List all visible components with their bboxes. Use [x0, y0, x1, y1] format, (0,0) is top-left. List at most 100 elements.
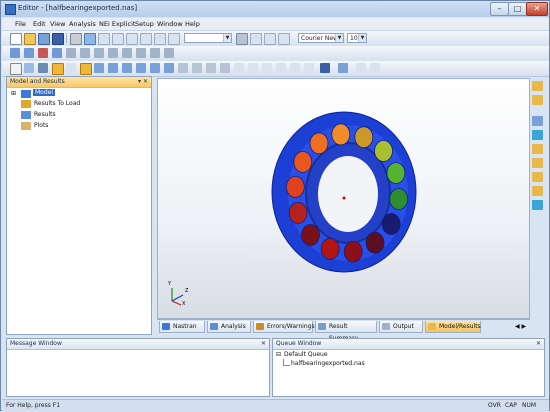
- tab-model-results[interactable]: Model/Results: [425, 321, 481, 333]
- print-preview-icon[interactable]: [84, 33, 96, 45]
- right-tool-7-icon[interactable]: [532, 172, 543, 182]
- right-tool-8-icon[interactable]: [532, 186, 543, 196]
- menu-nei-explicit[interactable]: NEi Explicit: [99, 20, 135, 28]
- tree-item-plots[interactable]: Plots: [34, 122, 48, 129]
- right-tool-4-icon[interactable]: [532, 130, 543, 140]
- label-icon[interactable]: [248, 63, 258, 73]
- delete-icon[interactable]: [38, 48, 48, 58]
- open-folder-icon[interactable]: [24, 33, 36, 45]
- queue-root[interactable]: Default Queue: [284, 351, 328, 358]
- move-icon[interactable]: [52, 48, 62, 58]
- shaded-icon[interactable]: [206, 63, 216, 73]
- tab-scroll-arrows[interactable]: ◀ ▶: [514, 321, 528, 333]
- transform-icon[interactable]: [320, 63, 330, 73]
- mesh-icon[interactable]: [66, 48, 76, 58]
- view-top-icon[interactable]: [108, 63, 118, 73]
- tree-collapse-icon[interactable]: ⊟: [276, 351, 281, 358]
- message-window-close[interactable]: ✕: [261, 339, 266, 349]
- new-file-icon[interactable]: [10, 33, 22, 45]
- element-icon[interactable]: [80, 48, 90, 58]
- render-mode-icon[interactable]: [178, 63, 188, 73]
- pointer-icon[interactable]: [24, 48, 34, 58]
- right-tool-9-icon[interactable]: [532, 200, 543, 210]
- maximize-button[interactable]: □: [508, 2, 527, 16]
- paste-icon[interactable]: [126, 33, 138, 45]
- undo-icon[interactable]: [140, 33, 152, 45]
- layout-icon[interactable]: [236, 33, 248, 45]
- queue-item[interactable]: halfbearingexported.nas: [291, 360, 365, 367]
- load-icon[interactable]: [136, 48, 146, 58]
- view-combo[interactable]: ▼: [184, 33, 232, 43]
- menu-setup[interactable]: Setup: [135, 20, 154, 28]
- menu-edit[interactable]: Edit: [33, 20, 46, 28]
- copy-icon[interactable]: [112, 33, 124, 45]
- view-back-icon[interactable]: [150, 63, 160, 73]
- tree-expand-icon[interactable]: ⊞: [11, 90, 16, 97]
- right-tool-1-icon[interactable]: [532, 81, 543, 91]
- material-icon[interactable]: [122, 48, 132, 58]
- fit-view-icon[interactable]: [66, 63, 76, 73]
- menu-file[interactable]: File: [15, 20, 26, 28]
- print-icon[interactable]: [70, 33, 82, 45]
- table-icon[interactable]: [264, 33, 276, 45]
- property-icon[interactable]: [108, 48, 118, 58]
- view-bottom-icon[interactable]: [164, 63, 174, 73]
- zoom-icon[interactable]: [24, 63, 34, 73]
- font-name-select[interactable]: Courier New ▼: [298, 33, 344, 43]
- script-icon[interactable]: [370, 63, 380, 73]
- right-tool-2-icon[interactable]: [532, 95, 543, 105]
- sum-icon[interactable]: [356, 63, 366, 73]
- list-icon[interactable]: [278, 33, 290, 45]
- select-arrow-icon[interactable]: [10, 63, 22, 75]
- tab-analysis[interactable]: Analysis: [207, 321, 251, 333]
- cut-icon[interactable]: [98, 33, 110, 45]
- menu-window[interactable]: Window: [157, 20, 183, 28]
- panel-controls[interactable]: ▾ ✕: [138, 77, 148, 87]
- arrow-right-icon[interactable]: [276, 63, 286, 73]
- arrow-down-icon[interactable]: [304, 63, 314, 73]
- panel-title: Model and Results: [7, 77, 151, 88]
- chevron-down-icon: ▼: [335, 34, 343, 42]
- right-tool-6-icon[interactable]: [532, 158, 543, 168]
- arrow-up-icon[interactable]: [290, 63, 300, 73]
- tree-item-model[interactable]: Model: [33, 89, 56, 96]
- find-icon[interactable]: [168, 33, 180, 45]
- right-tool-5-icon[interactable]: [532, 144, 543, 154]
- constraint-icon[interactable]: [150, 48, 160, 58]
- edit-icon[interactable]: [38, 33, 50, 45]
- close-button[interactable]: ✕: [526, 2, 548, 16]
- tab-output[interactable]: Output: [379, 321, 423, 333]
- tab-result-summary[interactable]: Result Summary: [315, 321, 377, 342]
- rotate-icon[interactable]: [52, 63, 64, 75]
- measure-icon[interactable]: [234, 63, 244, 73]
- wireframe-icon[interactable]: [192, 63, 202, 73]
- tab-errors-warnings[interactable]: Errors/Warnings: [253, 321, 315, 333]
- pan-icon[interactable]: [80, 63, 92, 75]
- view-front-icon[interactable]: [94, 63, 104, 73]
- redo-icon[interactable]: [154, 33, 166, 45]
- hidden-line-icon[interactable]: [220, 63, 230, 73]
- right-tool-3-icon[interactable]: [532, 116, 543, 126]
- zoom-box-icon[interactable]: [38, 63, 48, 73]
- view-side-icon[interactable]: [122, 63, 132, 73]
- status-num: NUM: [522, 402, 537, 409]
- node-icon[interactable]: [94, 48, 104, 58]
- coordinate-icon[interactable]: [338, 63, 348, 73]
- minimize-button[interactable]: –: [490, 2, 509, 16]
- save-icon[interactable]: [52, 33, 64, 45]
- view-iso-icon[interactable]: [136, 63, 146, 73]
- font-size-select[interactable]: 10 ▼: [347, 33, 367, 43]
- tab-nastran[interactable]: Nastran: [159, 321, 205, 333]
- model-viewport[interactable]: Y Z X: [157, 78, 530, 319]
- solver-icon[interactable]: [164, 48, 174, 58]
- tree-item-results-to-load[interactable]: Results To Load: [34, 100, 80, 107]
- arrow-left-icon[interactable]: [262, 63, 272, 73]
- menu-analysis[interactable]: Analysis: [69, 20, 96, 28]
- menu-view[interactable]: View: [50, 20, 65, 28]
- arrow-up-icon[interactable]: [10, 48, 20, 58]
- queue-window-close[interactable]: ✕: [536, 339, 541, 349]
- tree-item-results[interactable]: Results: [34, 111, 56, 118]
- axis-y-label: Y: [168, 281, 172, 287]
- grid-icon[interactable]: [250, 33, 262, 45]
- menu-help[interactable]: Help: [185, 20, 200, 28]
